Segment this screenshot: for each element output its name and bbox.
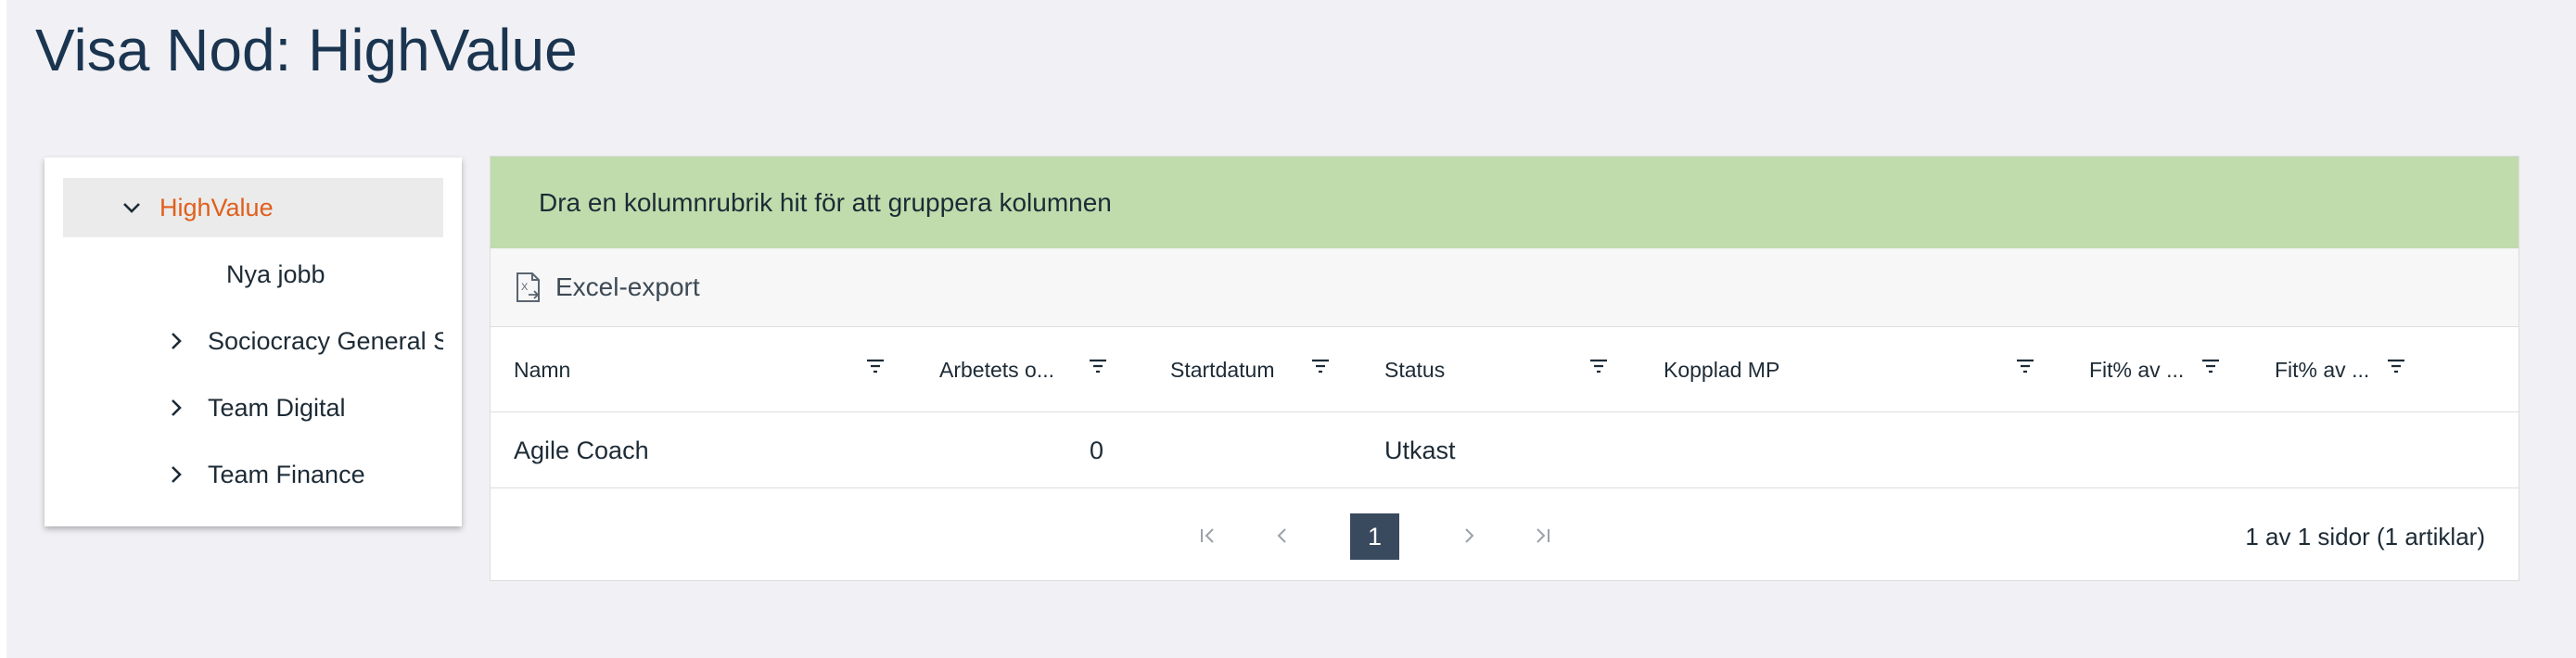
tree-item-label: Sociocracy General S bbox=[208, 326, 443, 355]
column-header-fit-2[interactable]: Fit% av ... bbox=[2275, 327, 2369, 412]
tree-item-label: Team Digital bbox=[208, 393, 346, 422]
svg-text:X: X bbox=[521, 282, 529, 293]
cell-status: Utkast bbox=[1384, 436, 1456, 464]
tree-item-team-finance[interactable]: Team Finance bbox=[63, 445, 443, 504]
page-title: Visa Nod: HighValue bbox=[35, 17, 578, 83]
first-page-icon bbox=[1201, 528, 1214, 543]
first-page-button[interactable] bbox=[1186, 513, 1231, 558]
chevron-down-icon[interactable] bbox=[119, 195, 145, 221]
column-header-status[interactable]: Status bbox=[1384, 327, 1445, 412]
filter-icon[interactable] bbox=[2200, 355, 2222, 377]
tree-item-nya-jobb[interactable]: Nya jobb bbox=[63, 245, 443, 304]
column-header-startdatum[interactable]: Startdatum bbox=[1170, 327, 1275, 412]
grid-toolbar: X Excel-export bbox=[491, 248, 2519, 327]
page-button-current[interactable]: 1 bbox=[1350, 513, 1399, 560]
group-panel[interactable]: Dra en kolumnrubrik hit för att gruppera… bbox=[491, 157, 2519, 248]
tree-item-label: Team Finance bbox=[208, 460, 365, 488]
cell-arbetets: 0 bbox=[1090, 436, 1104, 464]
filter-icon[interactable] bbox=[2385, 355, 2407, 377]
chevron-right-icon[interactable] bbox=[163, 328, 189, 354]
grid-header-row: Namn Arbetets o... Startdatum Status Kop… bbox=[491, 327, 2519, 412]
column-header-kopplad-mp[interactable]: Kopplad MP bbox=[1664, 327, 1779, 412]
filter-icon[interactable] bbox=[1309, 355, 1332, 377]
tree-item-label: HighValue bbox=[159, 193, 274, 221]
last-page-button[interactable] bbox=[1520, 513, 1564, 558]
table-row[interactable]: Agile Coach 0 Utkast bbox=[491, 412, 2519, 488]
filter-icon[interactable] bbox=[864, 355, 886, 377]
excel-export-button[interactable]: X Excel-export bbox=[515, 272, 700, 303]
left-edge-strip bbox=[0, 0, 6, 658]
next-page-button[interactable] bbox=[1447, 513, 1491, 558]
column-header-namn[interactable]: Namn bbox=[514, 327, 570, 412]
column-header-arbetets[interactable]: Arbetets o... bbox=[939, 327, 1054, 412]
last-page-icon bbox=[1537, 528, 1549, 543]
tree-panel: HighValue Nya jobb Sociocracy General S … bbox=[45, 158, 462, 526]
filter-icon[interactable] bbox=[1087, 355, 1109, 377]
previous-page-button[interactable] bbox=[1260, 513, 1305, 558]
tree-item-sociocracy[interactable]: Sociocracy General S bbox=[63, 311, 443, 371]
pager: 1 1 av 1 sidor (1 artiklar) bbox=[491, 488, 2519, 582]
filter-icon[interactable] bbox=[1588, 355, 1610, 377]
chevron-right-icon[interactable] bbox=[163, 462, 189, 487]
tree-item-team-digital[interactable]: Team Digital bbox=[63, 378, 443, 437]
chevron-right-icon bbox=[1465, 528, 1474, 543]
cell-namn: Agile Coach bbox=[514, 436, 649, 464]
tree-item-highvalue[interactable]: HighValue bbox=[63, 178, 443, 237]
chevron-left-icon bbox=[1277, 528, 1286, 543]
tree-item-label: Nya jobb bbox=[226, 259, 325, 288]
excel-export-label: Excel-export bbox=[555, 272, 700, 301]
data-grid: Dra en kolumnrubrik hit för att gruppera… bbox=[490, 156, 2519, 581]
group-hint-text: Dra en kolumnrubrik hit för att gruppera… bbox=[539, 187, 1112, 217]
column-header-fit-1[interactable]: Fit% av ... bbox=[2089, 327, 2184, 412]
chevron-right-icon[interactable] bbox=[163, 395, 189, 421]
pager-info: 1 av 1 sidor (1 artiklar) bbox=[2245, 522, 2485, 550]
filter-icon[interactable] bbox=[2014, 355, 2036, 377]
excel-file-icon: X bbox=[516, 272, 540, 302]
